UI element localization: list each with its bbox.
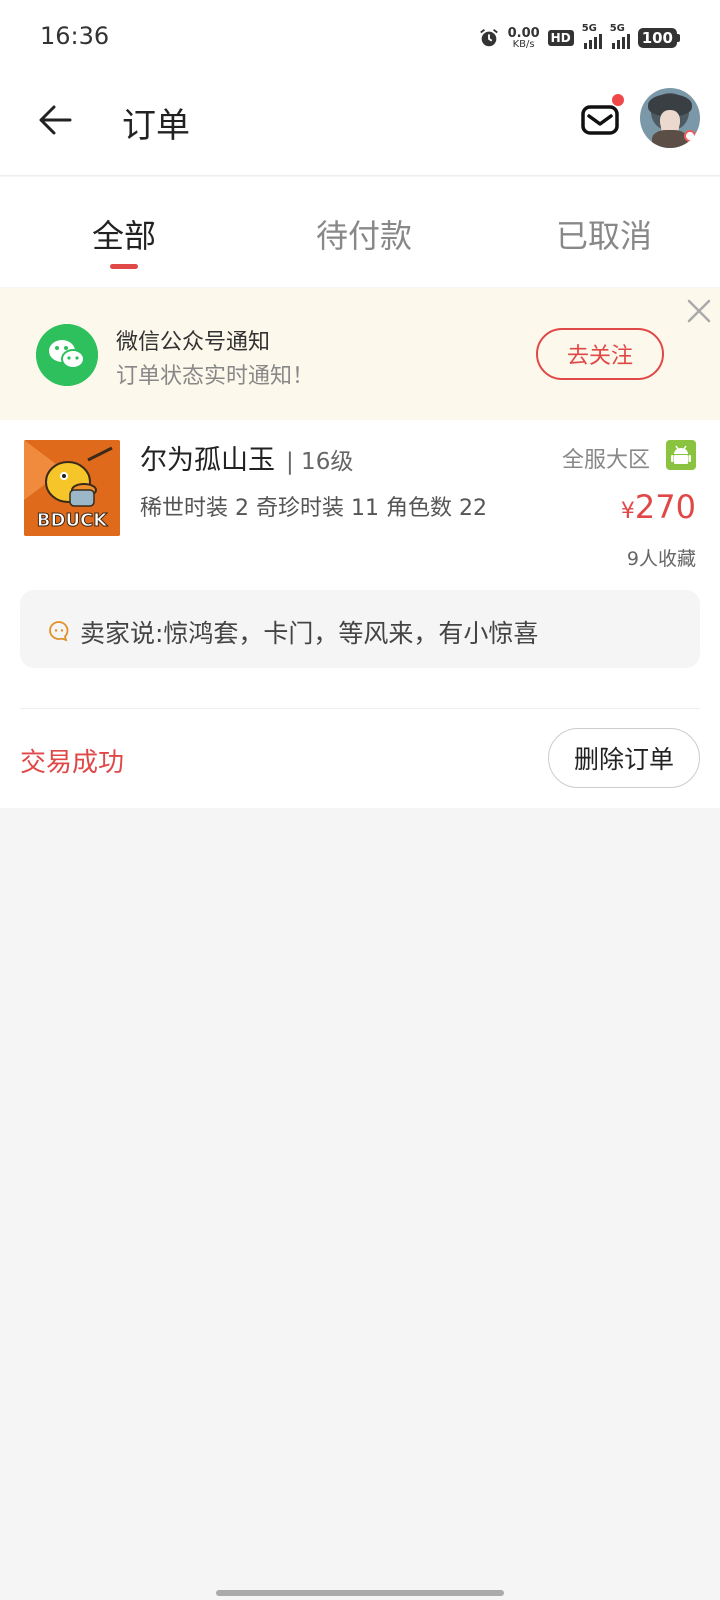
signal-sim1-icon: 5G — [582, 23, 602, 49]
signal-sim2-icon: 5G — [610, 23, 630, 49]
order-tabs: 全部 待付款 已取消 — [0, 177, 720, 287]
favorites-count: 9人收藏 — [626, 548, 696, 570]
product-name: 尔为孤山玉 — [140, 445, 275, 476]
server-region: 全服大区 — [562, 448, 651, 473]
seller-note: 卖家说:惊鸿套，卡门，等风来，有小惊喜 — [20, 590, 700, 668]
home-indicator[interactable] — [216, 1590, 504, 1596]
divider — [20, 708, 700, 709]
status-bar: 16:36 0.00 KB/s HD 5G 5G 100 — [0, 0, 720, 72]
battery-level: 100 — [637, 28, 677, 48]
back-arrow-icon[interactable] — [36, 100, 76, 140]
alarm-icon — [479, 29, 498, 47]
wechat-notice-banner: 微信公众号通知 订单状态实时通知！ 去关注 — [0, 288, 720, 420]
price-currency: ¥ — [620, 499, 635, 524]
product-level: | 16级 — [286, 449, 354, 475]
chat-bubble-icon — [49, 621, 69, 642]
hd-badge: HD — [547, 30, 574, 46]
sim2-network-label: 5G — [609, 23, 625, 34]
status-time: 16:36 — [40, 22, 110, 50]
tab-all[interactable]: 全部 — [92, 211, 156, 257]
product-thumbnail: BDUCK — [24, 440, 120, 536]
price-value: 270 — [634, 488, 696, 526]
follow-button[interactable]: 去关注 — [536, 328, 664, 380]
product-description: 稀世时装 2 奇珍时装 11 角色数 22 — [140, 496, 487, 521]
order-status: 交易成功 — [20, 748, 125, 778]
order-card[interactable]: BDUCK 尔为孤山玉 | 16级 稀世时装 2 奇珍时装 11 角色数 22 … — [0, 420, 720, 808]
battery-icon: 100 — [637, 28, 680, 48]
wechat-icon — [36, 324, 98, 386]
banner-title: 微信公众号通知 — [116, 330, 271, 355]
thumbnail-logo-text: BDUCK — [37, 510, 108, 531]
network-speed-unit: KB/s — [512, 38, 535, 50]
message-button[interactable] — [580, 94, 624, 140]
app-header: 订单 — [0, 72, 720, 176]
price: ¥270 — [621, 488, 696, 526]
tab-pending-payment[interactable]: 待付款 — [316, 211, 412, 257]
mail-icon — [581, 105, 619, 135]
unread-dot — [612, 94, 624, 106]
network-speed: 0.00 KB/s — [508, 27, 540, 50]
avatar[interactable] — [640, 88, 700, 148]
tab-active-indicator — [110, 264, 138, 269]
seller-note-text: 卖家说:惊鸿套，卡门，等风来，有小惊喜 — [80, 619, 539, 648]
network-speed-value: 0.00 — [507, 25, 540, 41]
banner-subtitle: 订单状态实时通知！ — [116, 364, 315, 389]
delete-order-button[interactable]: 删除订单 — [548, 728, 700, 788]
status-icons: 0.00 KB/s HD 5G 5G 100 — [478, 23, 680, 52]
android-icon — [666, 440, 696, 470]
tab-cancelled[interactable]: 已取消 — [556, 211, 652, 257]
sim1-network-label: 5G — [581, 23, 597, 34]
close-icon[interactable] — [686, 298, 712, 324]
page-title: 订单 — [122, 106, 190, 146]
